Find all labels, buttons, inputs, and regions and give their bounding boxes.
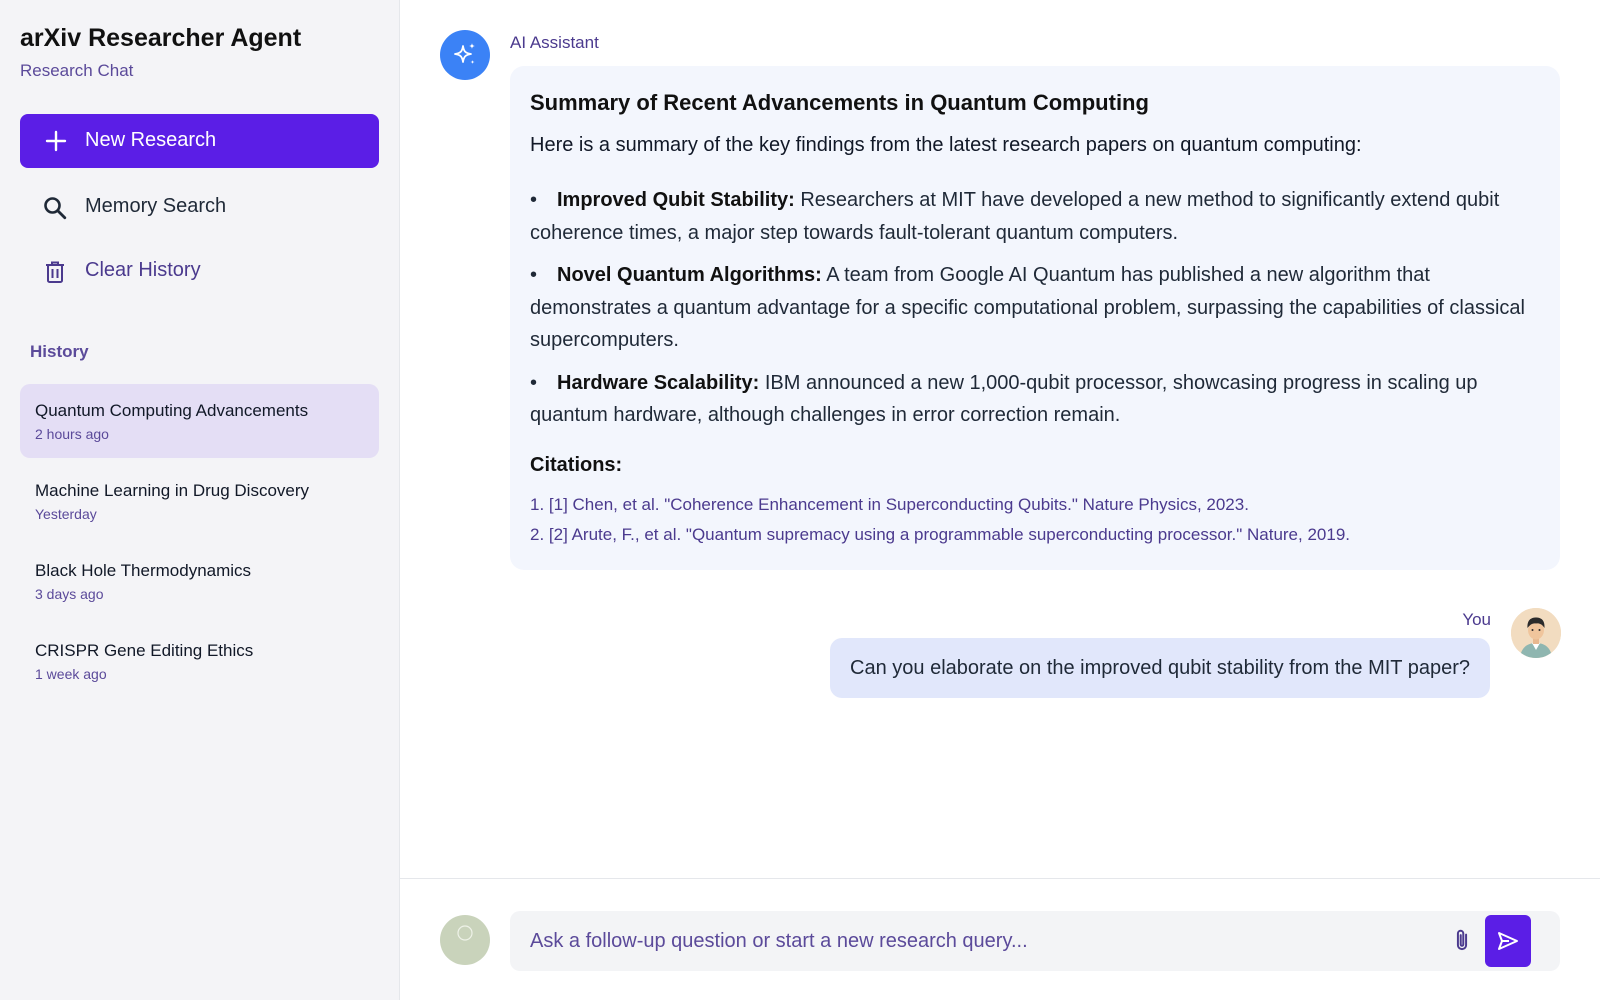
history-item-title: Machine Learning in Drug Discovery [35, 481, 310, 500]
history-item[interactable]: Quantum Computing Advancements 2 hours a… [20, 384, 379, 458]
app-title: arXiv Researcher Agent [20, 24, 302, 52]
citation-link[interactable]: 1. [1] Chen, et al. "Coherence Enhanceme… [530, 495, 1249, 515]
send-button[interactable] [1485, 915, 1531, 967]
memory-search-button[interactable]: Memory Search [20, 181, 379, 233]
plus-icon [45, 130, 67, 152]
history-item[interactable]: Machine Learning in Drug Discovery Yeste… [20, 464, 379, 538]
summary-intro: Here is a summary of the key findings fr… [530, 134, 1362, 156]
composer [400, 878, 1600, 1000]
search-icon [44, 197, 67, 220]
history-item-title: CRISPR Gene Editing Ethics [35, 641, 254, 660]
assistant-name: AI Assistant [510, 33, 599, 52]
send-icon [1498, 932, 1518, 950]
new-research-label: New Research [85, 129, 217, 151]
paperclip-icon[interactable] [1448, 927, 1476, 955]
new-research-button[interactable]: New Research [20, 114, 379, 168]
assistant-message: Summary of Recent Advancements in Quantu… [510, 66, 1560, 570]
user-message: Can you elaborate on the improved qubit … [830, 638, 1490, 698]
user-portrait-icon [1511, 608, 1561, 658]
history-item-time: Yesterday [35, 506, 97, 522]
history-item[interactable]: CRISPR Gene Editing Ethics 1 week ago [20, 624, 379, 698]
history-heading: History [30, 342, 89, 361]
summary-title: Summary of Recent Advancements in Quantu… [530, 90, 1149, 115]
history-item-time: 2 hours ago [35, 426, 109, 442]
user-placeholder-icon [457, 925, 473, 941]
citations-heading: Citations: [530, 454, 623, 476]
findings-list: Improved Qubit Stability: Researchers at… [530, 184, 1535, 442]
citation-link[interactable]: 2. [2] Arute, F., et al. "Quantum suprem… [530, 525, 1350, 545]
history-item-time: 1 week ago [35, 666, 107, 682]
composer-input-wrapper [510, 911, 1560, 971]
clear-history-label: Clear History [85, 259, 201, 281]
finding-item: Novel Quantum Algorithms: A team from Go… [530, 259, 1535, 357]
clear-history-button[interactable]: Clear History [20, 245, 379, 297]
history-item-title: Black Hole Thermodynamics [35, 561, 252, 580]
memory-search-label: Memory Search [85, 195, 227, 217]
sidebar: arXiv Researcher Agent Research Chat New… [0, 0, 400, 1000]
finding-heading: Novel Quantum Algorithms: [557, 264, 822, 286]
finding-heading: Hardware Scalability: [557, 371, 760, 394]
finding-item: Improved Qubit Stability: Researchers at… [530, 184, 1535, 249]
history-item-title: Quantum Computing Advancements [35, 401, 309, 420]
user-name: You [1462, 610, 1491, 629]
composer-avatar [440, 915, 490, 965]
chat-area: AI Assistant Summary of Recent Advanceme… [400, 0, 1600, 1000]
history-item[interactable]: Black Hole Thermodynamics 3 days ago [20, 544, 379, 618]
app-subtitle: Research Chat [20, 61, 134, 80]
finding-item: Hardware Scalability: IBM announced a ne… [530, 367, 1535, 432]
history-item-time: 3 days ago [35, 586, 104, 602]
trash-icon [46, 261, 64, 283]
assistant-avatar [440, 30, 490, 80]
finding-heading: Improved Qubit Stability: [557, 189, 795, 211]
query-input[interactable] [510, 911, 1440, 971]
sparkles-icon [454, 43, 475, 64]
user-avatar [1511, 608, 1561, 658]
